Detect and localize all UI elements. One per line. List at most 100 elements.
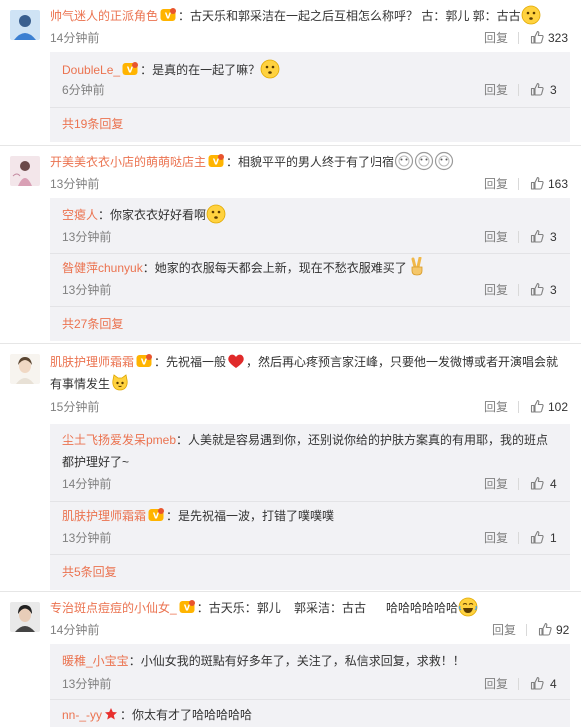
reply-author[interactable]: 肌肤护理师霜霜 — [62, 509, 146, 523]
divider — [518, 178, 519, 190]
like-icon[interactable] — [530, 30, 544, 44]
comment-text: 开美美衣衣小店的萌萌哒店主 ：相貌平平的男人终于有了归宿 — [50, 151, 570, 173]
vip-icon — [122, 62, 138, 76]
reply-text: nn-_-yy ：你太有才了哈哈哈哈哈 — [62, 704, 562, 726]
divider — [50, 107, 570, 108]
more-replies-link[interactable]: 共5条回复 — [62, 564, 117, 580]
emoji-icon — [414, 151, 434, 171]
like-icon[interactable] — [530, 176, 544, 190]
comment-body: ：古天乐：郭儿 郭采洁：古古 哈哈哈哈哈哈 — [196, 601, 459, 615]
reply-author[interactable]: 尘土飞扬爱发呆pmeb — [62, 433, 176, 447]
divider — [518, 478, 519, 490]
comment-text: 专治斑点痘痘的小仙女_ ：古天乐：郭儿 郭采洁：古古 哈哈哈哈哈哈 — [50, 597, 570, 619]
reply-button[interactable]: 回复 — [484, 82, 508, 98]
reply-text: 尘土飞扬爱发呆pmeb：人美就是容易遇到你，还别说你给的护肤方案真的有用耶，我的… — [62, 429, 552, 473]
divider — [518, 532, 519, 544]
reply-box: 空瘪人：你家衣衣好好看啊 13分钟前 回复 3 昝健萍chunyuk：她家的衣服… — [50, 198, 570, 341]
vip-icon — [136, 354, 152, 368]
commenter-name[interactable]: 帅气迷人的正派角色 — [50, 9, 158, 23]
reply-author[interactable]: 暖稚_小宝宝 — [62, 654, 129, 668]
emoji-icon — [394, 151, 414, 171]
divider — [518, 84, 519, 96]
reply-button[interactable]: 回复 — [484, 530, 508, 546]
divider — [526, 624, 527, 636]
like-icon[interactable] — [538, 622, 552, 636]
comment: 开美美衣衣小店的萌萌哒店主 ：相貌平平的男人终于有了归宿 13分钟前 回复 163… — [0, 146, 581, 342]
like-count: 92 — [556, 623, 570, 637]
like-count: 3 — [550, 83, 557, 97]
like-count: 4 — [550, 677, 557, 691]
timestamp: 15分钟前 — [50, 400, 100, 414]
like-count: 1 — [550, 531, 557, 545]
reply-author[interactable]: DoubleLe_ — [62, 63, 120, 77]
reply-button[interactable]: 回复 — [484, 30, 508, 46]
comment-text: 帅气迷人的正派角色 ：古天乐和郭采洁在一起之后互相怎么称呼？ 古：郭儿 郭：古古 — [50, 5, 570, 27]
avatar[interactable] — [10, 602, 40, 632]
laughing-emoji-icon — [458, 597, 478, 617]
cat-emoji-icon — [110, 373, 130, 393]
vip-icon — [160, 8, 176, 22]
like-icon[interactable] — [530, 476, 544, 490]
like-icon[interactable] — [530, 82, 544, 96]
avatar[interactable] — [10, 156, 40, 186]
like-count: 323 — [548, 31, 569, 45]
commenter-name[interactable]: 专治斑点痘痘的小仙女_ — [50, 601, 177, 615]
more-replies-link[interactable]: 共27条回复 — [62, 316, 123, 332]
like-icon[interactable] — [530, 229, 544, 243]
divider — [50, 253, 570, 254]
divider — [518, 401, 519, 413]
reply-button[interactable]: 回复 — [484, 229, 508, 245]
comment-text: 肌肤护理师霜霜 ：先祝福一般 ，然后再心疼预言家汪峰，只要他一发微博或者开演唱会就 — [50, 351, 570, 373]
commenter-name[interactable]: 开美美衣衣小店的萌萌哒店主 — [50, 155, 206, 169]
reply-body: ：是真的在一起了嘛？ — [140, 63, 261, 77]
reply-text: DoubleLe_ ：是真的在一起了嘛？ — [62, 59, 562, 81]
like-icon[interactable] — [530, 676, 544, 690]
reply-author[interactable]: 空瘪人 — [62, 208, 98, 222]
like-count: 102 — [548, 400, 569, 414]
divider — [518, 284, 519, 296]
vip-icon — [148, 508, 164, 522]
timestamp: 13分钟前 — [50, 177, 100, 191]
reply-body: ：她家的衣服每天都会上新，现在不愁衣服难买了 — [142, 261, 407, 275]
like-icon[interactable] — [530, 530, 544, 544]
reply-text: 昝健萍chunyuk：她家的衣服每天都会上新，现在不愁衣服难买了 — [62, 257, 562, 279]
drool-emoji-icon — [521, 5, 541, 25]
like-count: 163 — [548, 177, 569, 191]
reply-body: ：小仙女我的斑點有好多年了，关注了，私信求回复，求救！！ — [128, 654, 465, 668]
avatar[interactable] — [10, 10, 40, 40]
reply-timestamp: 13分钟前 — [62, 677, 112, 691]
divider — [50, 306, 570, 307]
surprised-emoji-icon — [260, 59, 280, 79]
like-count: 3 — [550, 283, 557, 297]
reply-author[interactable]: nn-_-yy — [62, 708, 102, 722]
comment-text: 有事情发生 — [50, 373, 570, 395]
star-badge-icon — [104, 707, 118, 721]
like-count: 3 — [550, 230, 557, 244]
like-icon[interactable] — [530, 399, 544, 413]
reply-button[interactable]: 回复 — [484, 399, 508, 415]
avatar[interactable] — [10, 354, 40, 384]
comment: 帅气迷人的正派角色 ：古天乐和郭采洁在一起之后互相怎么称呼？ 古：郭儿 郭：古古 … — [0, 0, 581, 143]
divider — [50, 554, 570, 555]
reply-text: 空瘪人：你家衣衣好好看啊 — [62, 204, 562, 226]
like-icon[interactable] — [530, 282, 544, 296]
reply-box: DoubleLe_ ：是真的在一起了嘛？ 6分钟前 回复 3 共19条回复 — [50, 52, 570, 142]
reply-button[interactable]: 回复 — [492, 622, 516, 638]
reply-timestamp: 13分钟前 — [62, 283, 112, 297]
reply-button[interactable]: 回复 — [484, 176, 508, 192]
reply-author[interactable]: 昝健萍chunyuk — [62, 261, 143, 275]
reply-button[interactable]: 回复 — [484, 676, 508, 692]
comment-body: ：相貌平平的男人终于有了归宿 — [226, 155, 395, 169]
reply-box: 暖稚_小宝宝：小仙女我的斑點有好多年了，关注了，私信求回复，求救！！ 13分钟前… — [50, 644, 570, 727]
heart-icon — [226, 351, 246, 371]
commenter-name[interactable]: 肌肤护理师霜霜 — [50, 355, 134, 369]
comment-body: ：先祝福一般 — [154, 355, 227, 369]
vip-icon — [208, 154, 224, 168]
comment: 肌肤护理师霜霜 ：先祝福一般 ，然后再心疼预言家汪峰，只要他一发微博或者开演唱会就 … — [0, 344, 581, 590]
reply-box: 尘土飞扬爱发呆pmeb：人美就是容易遇到你，还别说你给的护肤方案真的有用耶，我的… — [50, 424, 570, 590]
reply-button[interactable]: 回复 — [484, 282, 508, 298]
emoji-icon — [434, 151, 454, 171]
reply-button[interactable]: 回复 — [484, 476, 508, 492]
more-replies-link[interactable]: 共19条回复 — [62, 116, 123, 132]
victory-hand-icon — [407, 257, 427, 277]
